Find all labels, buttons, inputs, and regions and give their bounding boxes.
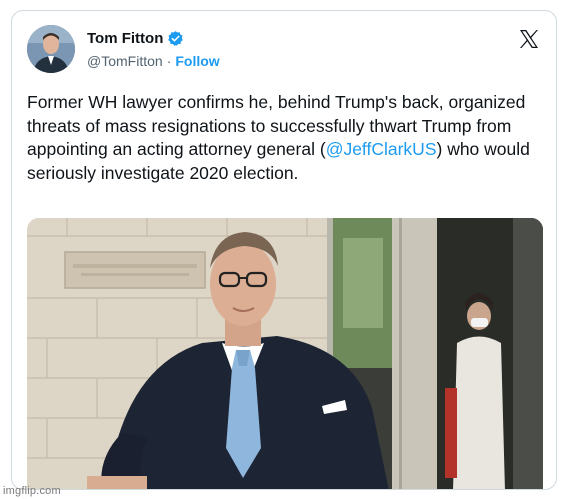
tweet-media[interactable] bbox=[27, 218, 543, 489]
verified-badge-icon bbox=[167, 30, 184, 47]
author-handle-row: @TomFitton · Follow bbox=[87, 53, 220, 69]
watermark-text: imgflip.com bbox=[3, 485, 61, 497]
avatar[interactable] bbox=[27, 25, 75, 73]
author-display-name[interactable]: Tom Fitton bbox=[87, 30, 163, 47]
tweet-photo bbox=[27, 218, 543, 489]
tweet-text: Former WH lawyer confirms he, behind Tru… bbox=[27, 91, 547, 185]
mention-link[interactable]: @JeffClarkUS bbox=[326, 139, 437, 159]
author-name-row: Tom Fitton bbox=[87, 30, 184, 47]
x-logo-icon[interactable] bbox=[517, 27, 541, 51]
author-handle[interactable]: @TomFitton bbox=[87, 53, 163, 69]
tweet-card: Tom Fitton @TomFitton · Follow Former WH… bbox=[11, 10, 557, 490]
follow-button[interactable]: Follow bbox=[175, 53, 219, 69]
separator-dot: · bbox=[166, 53, 172, 69]
avatar-image bbox=[27, 25, 75, 73]
